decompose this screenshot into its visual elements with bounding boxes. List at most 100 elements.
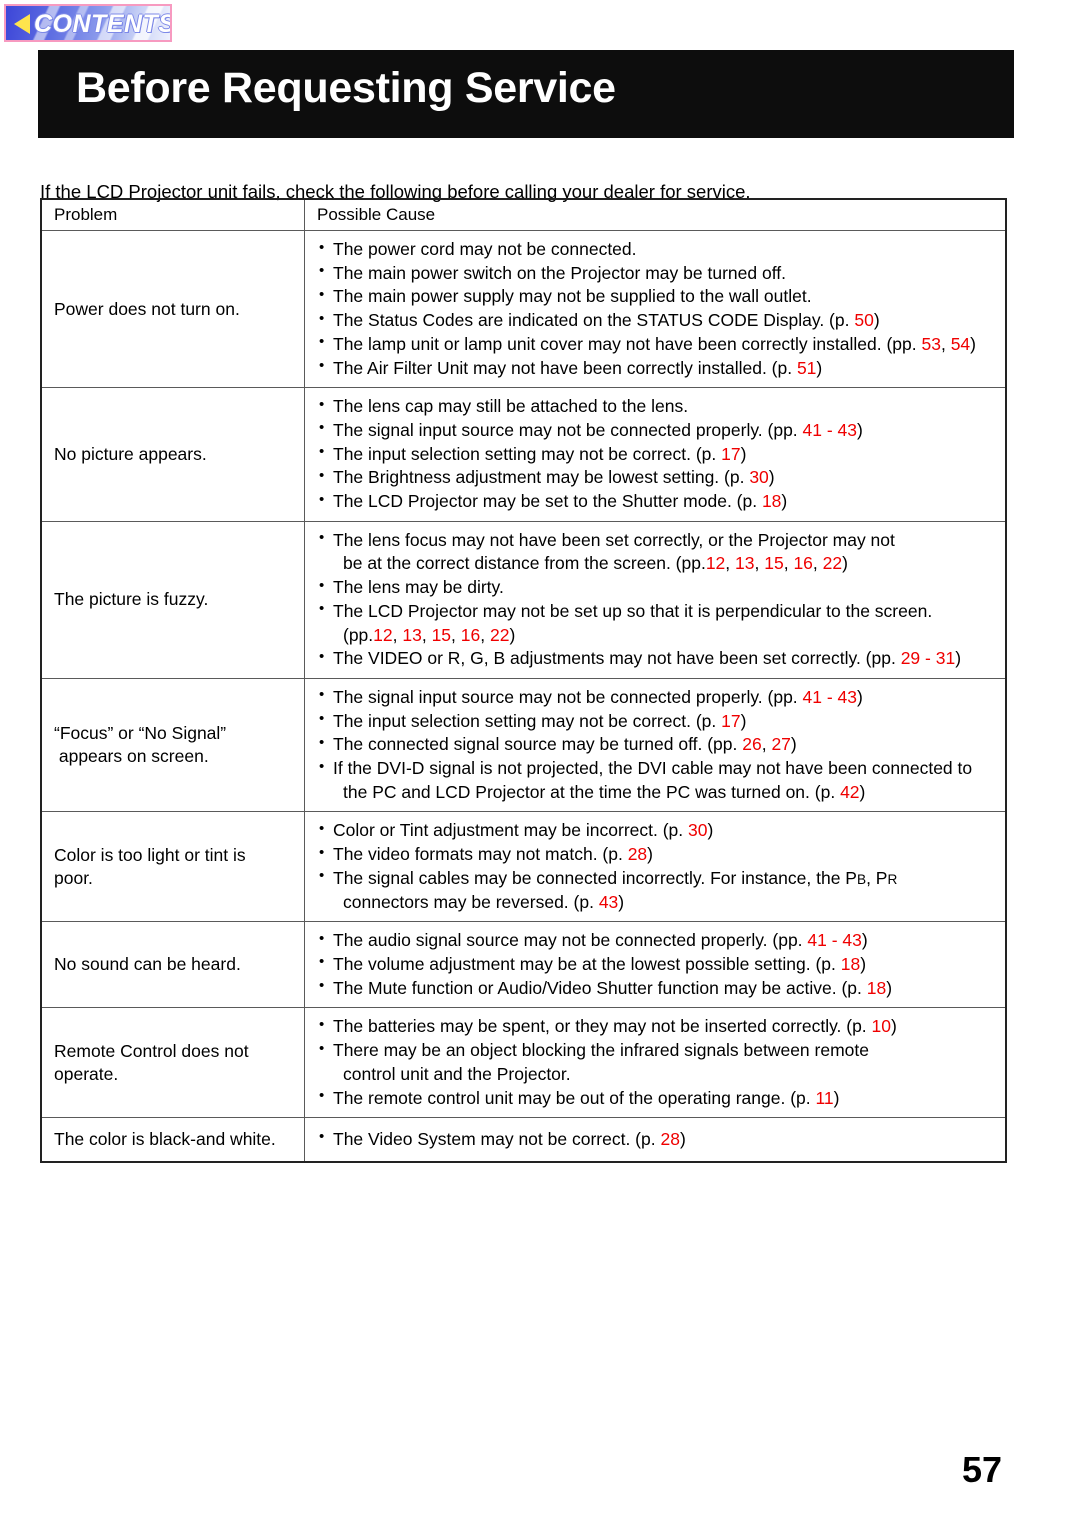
cause-text: The main power supply may not be supplie… bbox=[333, 286, 812, 307]
cell-problem: The color is black-and white. bbox=[40, 1117, 305, 1163]
problem-text-line: “Focus” or “No Signal” bbox=[54, 723, 227, 744]
cause-bullet-item: The Mute function or Audio/Video Shutter… bbox=[319, 976, 999, 1001]
cause-text: ) bbox=[842, 553, 848, 574]
page-reference: 11 bbox=[815, 1087, 834, 1108]
page-reference: 17 bbox=[721, 443, 741, 464]
cause-text: ) bbox=[707, 820, 714, 841]
cause-bullet-item: The input selection setting may not be c… bbox=[319, 442, 999, 467]
cell-problem: Color is too light or tint is poor. bbox=[40, 811, 305, 923]
cause-continuation-line: connectors may be reversed. (p. 43) bbox=[319, 891, 999, 915]
cause-bullet-item: The LCD Projector may not be set up so t… bbox=[319, 599, 999, 624]
cause-text: The Mute function or Audio/Video Shutter… bbox=[333, 977, 867, 998]
cause-text: ) bbox=[781, 491, 788, 512]
page-reference: 30 bbox=[688, 820, 708, 841]
page-reference: 41 - 43 bbox=[802, 419, 858, 440]
cell-problem: “Focus” or “No Signal” appears on screen… bbox=[40, 677, 305, 813]
cell-possible-cause: Color or Tint adjustment may be incorrec… bbox=[304, 811, 1007, 923]
page-reference: 51 bbox=[796, 357, 817, 378]
table-row: The color is black-and white. The Video S… bbox=[40, 1117, 1007, 1163]
cause-bullet-item: The Video System may not be correct. (p.… bbox=[319, 1127, 999, 1152]
contents-button-label: CONTENTS bbox=[34, 10, 172, 38]
cause-text: The audio signal source may not be conne… bbox=[333, 930, 808, 951]
page-reference: 12 bbox=[373, 624, 393, 645]
page-reference: 18 bbox=[761, 491, 782, 512]
cause-text: The VIDEO or R, G, B adjustments may not… bbox=[333, 648, 901, 669]
cause-text: ) bbox=[740, 443, 747, 464]
cause-text: Color or Tint adjustment may be incorrec… bbox=[333, 820, 688, 841]
page-reference: 16 bbox=[793, 553, 813, 574]
left-triangle-icon bbox=[14, 14, 30, 34]
cause-text: The batteries may be spent, or they may … bbox=[333, 1016, 872, 1037]
cause-text: The Air Filter Unit may not have been co… bbox=[333, 357, 797, 378]
page-reference: 53 bbox=[921, 333, 941, 354]
cause-text: , bbox=[421, 624, 432, 645]
page-reference: 29 - 31 bbox=[900, 648, 956, 669]
cause-text: , bbox=[812, 553, 823, 574]
page-reference: 10 bbox=[871, 1016, 892, 1037]
cause-text: The signal input source may not be conne… bbox=[333, 686, 803, 707]
cause-text: The power cord may not be connected. bbox=[333, 239, 637, 259]
page-reference: 41 - 43 bbox=[807, 930, 862, 951]
cause-text: ) bbox=[768, 467, 775, 488]
cell-problem: The picture is fuzzy. bbox=[40, 520, 305, 679]
table-row: Color is too light or tint ispoor. Color … bbox=[40, 811, 1007, 923]
cause-bullet-item: The audio signal source may not be conne… bbox=[319, 929, 999, 953]
cause-text: control unit and the Projector. bbox=[343, 1063, 571, 1084]
problem-text-line: operate. bbox=[54, 1063, 119, 1084]
cause-text: The volume adjustment may be at the lowe… bbox=[333, 953, 841, 974]
page-reference: 15 bbox=[431, 624, 452, 645]
cause-continuation-line: control unit and the Projector. bbox=[319, 1063, 999, 1087]
cause-bullet-item: The VIDEO or R, G, B adjustments may not… bbox=[319, 647, 999, 671]
column-header-problem: Problem bbox=[40, 198, 305, 231]
table-body: Power does not turn on. The power cord ma… bbox=[40, 229, 1007, 1163]
page-reference: 16 bbox=[460, 624, 481, 645]
cause-text: The lens cap may still be attached to th… bbox=[333, 396, 689, 417]
table-row: Remote Control does notoperate. The batte… bbox=[40, 1007, 1007, 1119]
cell-possible-cause: The audio signal source may not be conne… bbox=[304, 921, 1007, 1009]
cause-text: ) bbox=[816, 357, 823, 378]
cause-bullet-item: The Air Filter Unit may not have been co… bbox=[319, 356, 999, 381]
cause-text: ) bbox=[618, 891, 625, 912]
page-reference: 28 bbox=[627, 844, 648, 865]
contents-button[interactable]: CONTENTS bbox=[4, 4, 172, 42]
cause-text: There may be an object blocking the infr… bbox=[333, 1040, 869, 1061]
cause-bullet-item: The input selection setting may not be c… bbox=[319, 709, 999, 734]
column-header-problem-label: Problem bbox=[54, 205, 118, 224]
cause-text: ) bbox=[873, 310, 880, 331]
page-reference: 17 bbox=[721, 710, 741, 731]
table-row: “Focus” or “No Signal” appears on screen… bbox=[40, 677, 1007, 813]
cause-text: , bbox=[480, 624, 490, 645]
page-reference: 26 bbox=[742, 734, 762, 755]
cause-text: ) bbox=[886, 977, 893, 998]
page-reference: 54 bbox=[950, 333, 971, 354]
cause-bullet-item: The signal input source may not be conne… bbox=[319, 418, 999, 443]
cell-problem: No picture appears. bbox=[40, 387, 305, 522]
cause-text: The lamp unit or lamp unit cover may not… bbox=[333, 333, 922, 354]
cause-text: The main power switch on the Projector m… bbox=[333, 262, 786, 283]
table-row: The picture is fuzzy. The lens focus may … bbox=[40, 520, 1007, 679]
page-reference: 15 bbox=[764, 553, 784, 574]
cause-text: , bbox=[761, 734, 772, 755]
cause-text: ) bbox=[740, 710, 747, 731]
table-row: No sound can be heard. The audio signal s… bbox=[40, 921, 1007, 1009]
page-title: Before Requesting Service bbox=[76, 64, 616, 112]
cause-text: , bbox=[392, 624, 403, 645]
cause-bullet-item: The lens may be dirty. bbox=[319, 576, 999, 600]
cause-bullet-item: The LCD Projector may be set to the Shut… bbox=[319, 490, 999, 514]
cause-bullet-item: The batteries may be spent, or they may … bbox=[319, 1015, 999, 1039]
cause-text: ) bbox=[861, 930, 868, 951]
cause-text: The remote control unit may be out of th… bbox=[333, 1087, 816, 1108]
cause-text: the PC and LCD Projector at the time the… bbox=[343, 781, 841, 802]
cause-bullet-item: The lamp unit or lamp unit cover may not… bbox=[319, 332, 999, 357]
cause-text: ) bbox=[891, 1016, 897, 1037]
cause-text: The LCD Projector may not be set up so t… bbox=[333, 600, 933, 621]
cause-text: If the DVI-D signal is not projected, th… bbox=[333, 758, 973, 779]
table-row: No picture appears. The lens cap may stil… bbox=[40, 387, 1007, 522]
cause-bullet-item: There may be an object blocking the infr… bbox=[319, 1039, 999, 1063]
cause-bullet-item: The power cord may not be connected. bbox=[319, 238, 999, 262]
cause-bullet-item: The Status Codes are indicated on the ST… bbox=[319, 309, 999, 333]
cell-possible-cause: The lens cap may still be attached to th… bbox=[304, 387, 1007, 522]
problem-text-line: appears on screen. bbox=[54, 746, 209, 767]
page-reference: 41 - 43 bbox=[802, 686, 858, 707]
page-reference: 18 bbox=[866, 977, 887, 998]
